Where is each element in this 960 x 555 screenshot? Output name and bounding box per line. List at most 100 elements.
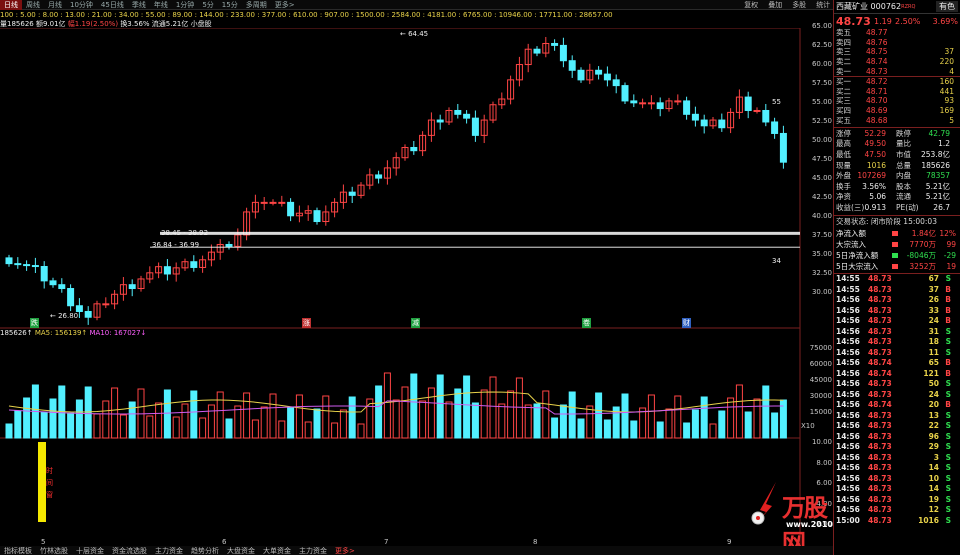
volume-bar[interactable] xyxy=(436,374,444,439)
candle-body[interactable] xyxy=(375,174,383,179)
volume-bar[interactable] xyxy=(251,419,259,439)
volume-bar[interactable] xyxy=(163,389,171,439)
candle-body[interactable] xyxy=(313,210,321,223)
candle-body[interactable] xyxy=(269,201,277,204)
volume-bar[interactable] xyxy=(339,409,347,439)
indicator-tab[interactable]: 竹林选股 xyxy=(36,546,72,555)
volume-bar[interactable] xyxy=(559,404,567,439)
volume-bar[interactable] xyxy=(586,405,594,439)
tick-list[interactable]: 14:55 48.73 67 S 14:55 48.73 37 B 14:56 48.73 26 B 1… xyxy=(834,274,960,526)
volume-bar[interactable] xyxy=(383,372,391,439)
volume-bar[interactable] xyxy=(410,373,418,439)
volume-bar[interactable] xyxy=(498,403,506,439)
volume-bar[interactable] xyxy=(603,419,611,439)
candle-body[interactable] xyxy=(102,303,110,306)
volume-bar[interactable] xyxy=(155,402,163,439)
volume-bar[interactable] xyxy=(260,406,268,439)
volume-bar[interactable] xyxy=(445,401,453,439)
indicator-tab[interactable]: 指标模板 xyxy=(0,546,36,555)
candle-body[interactable] xyxy=(639,102,647,105)
candle-body[interactable] xyxy=(621,85,629,102)
volume-bar[interactable] xyxy=(225,418,233,439)
candle-body[interactable] xyxy=(533,48,541,54)
candle-body[interactable] xyxy=(14,263,22,266)
candle-body[interactable] xyxy=(128,284,136,290)
volume-bar[interactable] xyxy=(419,400,427,439)
volume-bar[interactable] xyxy=(190,390,198,439)
timeframe-tab[interactable]: 季线 xyxy=(128,0,150,10)
volume-bar[interactable] xyxy=(304,421,312,439)
volume-bar[interactable] xyxy=(427,387,435,439)
candle-body[interactable] xyxy=(40,266,48,282)
timeframe-tab[interactable]: 周线 xyxy=(22,0,44,10)
volume-bar[interactable] xyxy=(119,414,127,439)
volume-bar[interactable] xyxy=(709,423,717,439)
candle-body[interactable] xyxy=(612,79,620,87)
candle-body[interactable] xyxy=(568,60,576,71)
volume-bar[interactable] xyxy=(269,393,277,439)
candle-body[interactable] xyxy=(744,96,752,111)
timeframe-tab[interactable]: 更多> xyxy=(271,0,299,10)
candle-body[interactable] xyxy=(551,42,559,46)
sector-tab[interactable]: 有色 xyxy=(936,1,958,12)
volume-bar[interactable] xyxy=(375,385,383,439)
volume-bar[interactable] xyxy=(75,399,83,439)
volume-bar[interactable] xyxy=(278,420,286,439)
indicator-tab[interactable]: 主力资金 xyxy=(151,546,187,555)
chart-tool-button[interactable]: 复权 xyxy=(739,0,763,10)
candle-body[interactable] xyxy=(410,146,418,152)
volume-bar[interactable] xyxy=(568,391,576,439)
volume-bar[interactable] xyxy=(735,384,743,439)
volume-bar[interactable] xyxy=(295,394,303,439)
candle-body[interactable] xyxy=(23,264,31,267)
volume-bar[interactable] xyxy=(691,409,699,439)
volume-bar[interactable] xyxy=(771,412,779,439)
candle-body[interactable] xyxy=(771,121,779,134)
volume-bar[interactable] xyxy=(542,390,550,439)
volume-bar[interactable] xyxy=(84,386,92,439)
candle-body[interactable] xyxy=(84,310,92,318)
candle-body[interactable] xyxy=(5,257,13,265)
volume-bar[interactable] xyxy=(357,423,365,439)
volume-bar[interactable] xyxy=(718,410,726,439)
volume-bar[interactable] xyxy=(5,423,13,439)
indicator-tab[interactable]: 趋势分析 xyxy=(187,546,223,555)
volume-bar[interactable] xyxy=(621,393,629,439)
volume-bar[interactable] xyxy=(454,388,462,439)
volume-bar[interactable] xyxy=(207,404,215,439)
volume-bar[interactable] xyxy=(331,422,339,439)
volume-bar[interactable] xyxy=(533,403,541,439)
volume-bar[interactable] xyxy=(93,413,101,439)
candle-body[interactable] xyxy=(49,280,57,286)
candle-body[interactable] xyxy=(779,132,787,163)
volume-bar[interactable] xyxy=(674,395,682,439)
volume-bar[interactable] xyxy=(401,386,409,439)
candle-body[interactable] xyxy=(163,266,171,275)
volume-bar[interactable] xyxy=(727,397,735,439)
volume-bar[interactable] xyxy=(471,402,479,439)
timeframe-tab[interactable]: 日线 xyxy=(0,0,22,10)
indicator-tab[interactable]: 更多> xyxy=(331,546,359,555)
volume-bar[interactable] xyxy=(577,418,585,439)
volume-bar[interactable] xyxy=(647,394,655,439)
volume-bar[interactable] xyxy=(102,400,110,439)
volume-bar[interactable] xyxy=(67,412,75,439)
volume-bar[interactable] xyxy=(49,398,57,439)
candle-body[interactable] xyxy=(75,305,83,312)
timeframe-tab[interactable]: 45日线 xyxy=(97,0,128,10)
volume-bar[interactable] xyxy=(753,398,761,439)
candle-body[interactable] xyxy=(463,113,471,119)
timeframe-tab[interactable]: 月线 xyxy=(44,0,66,10)
indicator-tab[interactable]: 十层资金 xyxy=(72,546,108,555)
volume-bar[interactable] xyxy=(762,385,770,439)
volume-bar[interactable] xyxy=(480,389,488,439)
chart-area[interactable] xyxy=(0,28,833,546)
candle-body[interactable] xyxy=(225,243,233,247)
candle-body[interactable] xyxy=(674,100,682,103)
chart-tool-button[interactable]: 多股 xyxy=(787,0,811,10)
candle-body[interactable] xyxy=(647,102,655,105)
candle-body[interactable] xyxy=(67,288,75,307)
volume-bar[interactable] xyxy=(146,415,154,439)
candle-body[interactable] xyxy=(595,69,603,75)
volume-bar[interactable] xyxy=(515,377,523,439)
